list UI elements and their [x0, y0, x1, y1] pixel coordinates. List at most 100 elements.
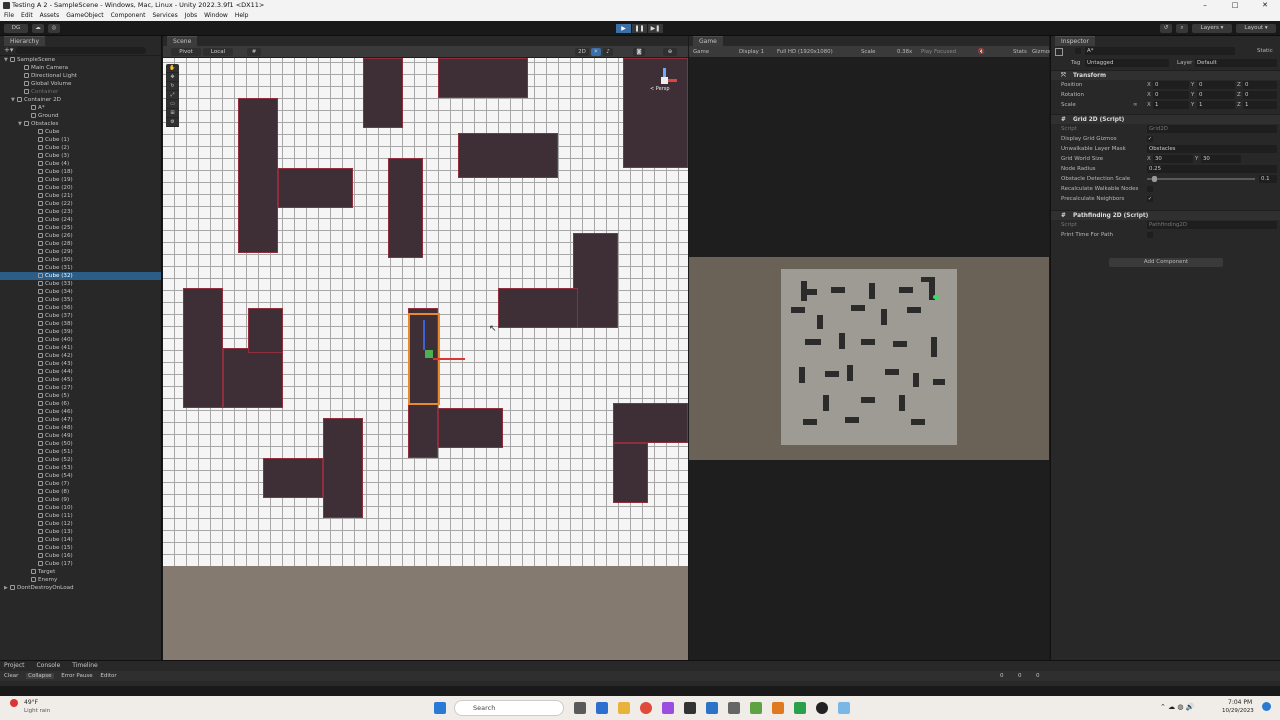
add-icon[interactable]: +▾: [4, 46, 13, 54]
search-icon[interactable]: ⌕: [1176, 24, 1188, 33]
hierarchy-item[interactable]: Cube (7): [0, 480, 161, 488]
scale-tool-icon[interactable]: ⤢: [166, 91, 179, 100]
play-focused-dropdown[interactable]: Play Focused: [921, 46, 956, 58]
hierarchy-item[interactable]: Cube (31): [0, 264, 161, 272]
weather-icon[interactable]: [10, 699, 18, 707]
hierarchy-item[interactable]: Cube (45): [0, 376, 161, 384]
scale-x[interactable]: 1: [1153, 101, 1189, 109]
menu-window[interactable]: Window: [204, 11, 228, 21]
step-button[interactable]: ▶❚: [648, 24, 663, 33]
editor-dropdown[interactable]: Editor: [100, 673, 116, 679]
game-mode-dropdown[interactable]: Game: [693, 46, 709, 58]
hierarchy-item[interactable]: Cube (47): [0, 416, 161, 424]
slider-thumb[interactable]: [1152, 176, 1158, 182]
scale-y[interactable]: 1: [1197, 101, 1235, 109]
hierarchy-item[interactable]: Cube (9): [0, 496, 161, 504]
hierarchy-item[interactable]: Container: [0, 88, 161, 96]
transform-component-header[interactable]: ⤧ Transform: [1051, 70, 1280, 80]
hierarchy-item[interactable]: Cube (37): [0, 312, 161, 320]
hierarchy-item[interactable]: Cube (6): [0, 400, 161, 408]
hierarchy-item[interactable]: Cube (39): [0, 328, 161, 336]
layers-dropdown[interactable]: Layers ▾: [1192, 24, 1232, 33]
app-icon[interactable]: [772, 702, 784, 714]
hierarchy-item[interactable]: Cube (11): [0, 512, 161, 520]
error-count[interactable]: 0: [1036, 671, 1040, 681]
app-icon[interactable]: [838, 702, 850, 714]
hierarchy-item[interactable]: Cube (14): [0, 536, 161, 544]
grid-size-x[interactable]: 30: [1153, 155, 1193, 163]
hierarchy-item[interactable]: Global Volume: [0, 80, 161, 88]
pathfinding-component-header[interactable]: # Pathfinding 2D (Script): [1051, 210, 1280, 220]
add-component-button[interactable]: Add Component: [1109, 258, 1223, 267]
unity-taskbar-icon[interactable]: [684, 702, 696, 714]
task-view-icon[interactable]: [574, 702, 586, 714]
grid-setting-checkbox[interactable]: [1147, 186, 1153, 192]
audio-icon[interactable]: ♪: [603, 48, 613, 56]
resolution-dropdown[interactable]: Full HD (1920x1080): [777, 46, 833, 58]
clock-time[interactable]: 7:04 PM: [1228, 699, 1252, 706]
persp-label[interactable]: < Persp: [650, 86, 670, 92]
transform-tool-icon[interactable]: ⊞: [166, 109, 179, 118]
hierarchy-search-input[interactable]: [16, 47, 146, 54]
hierarchy-item[interactable]: Cube (13): [0, 528, 161, 536]
lighting-icon[interactable]: ☀: [591, 48, 601, 56]
hierarchy-item[interactable]: Cube (1): [0, 136, 161, 144]
hierarchy-item[interactable]: Cube (22): [0, 200, 161, 208]
2d-toggle[interactable]: 2D: [575, 48, 589, 56]
custom-tool-icon[interactable]: ⚙: [166, 118, 179, 127]
layer-dropdown[interactable]: Default: [1195, 59, 1277, 67]
hierarchy-item[interactable]: Cube (38): [0, 320, 161, 328]
hierarchy-item[interactable]: Cube (3): [0, 152, 161, 160]
layout-dropdown[interactable]: Layout ▾: [1236, 24, 1276, 33]
hierarchy-item[interactable]: Cube (18): [0, 168, 161, 176]
hierarchy-item[interactable]: ▶ DontDestroyOnLoad: [0, 584, 161, 592]
hierarchy-item[interactable]: Cube (33): [0, 280, 161, 288]
active-checkbox[interactable]: [1075, 48, 1081, 54]
hierarchy-item[interactable]: Cube (54): [0, 472, 161, 480]
collapse-button[interactable]: Collapse: [26, 673, 54, 679]
system-tray-icons[interactable]: ⌃ ☁ ◍ 🔊: [1160, 703, 1194, 711]
hierarchy-item[interactable]: Cube (24): [0, 216, 161, 224]
hierarchy-item[interactable]: Cube (40): [0, 336, 161, 344]
app-icon[interactable]: [662, 702, 674, 714]
grid-size-y[interactable]: 30: [1201, 155, 1241, 163]
hierarchy-item[interactable]: Cube (10): [0, 504, 161, 512]
tab-inspector[interactable]: Inspector: [1055, 36, 1095, 46]
grid-setting-field[interactable]: Obstacles: [1147, 145, 1277, 153]
menu-jobs[interactable]: Jobs: [185, 11, 197, 21]
position-y[interactable]: 0: [1197, 81, 1235, 89]
account-button[interactable]: DG: [4, 24, 28, 33]
hierarchy-item[interactable]: Target: [0, 568, 161, 576]
minecraft-icon[interactable]: [750, 702, 762, 714]
hierarchy-item[interactable]: Cube (50): [0, 440, 161, 448]
hierarchy-item[interactable]: Cube (44): [0, 368, 161, 376]
hierarchy-item[interactable]: Cube (2): [0, 144, 161, 152]
hierarchy-item[interactable]: Cube (53): [0, 464, 161, 472]
tab-console[interactable]: Console: [36, 662, 60, 669]
hierarchy-item[interactable]: Cube (43): [0, 360, 161, 368]
position-z[interactable]: 0: [1243, 81, 1277, 89]
grid-setting-slider[interactable]: [1147, 176, 1255, 182]
hierarchy-item[interactable]: Cube (32): [0, 272, 161, 280]
orientation-gizmo[interactable]: < Persp: [650, 66, 680, 96]
hierarchy-item[interactable]: Cube (52): [0, 456, 161, 464]
hierarchy-item[interactable]: Cube (19): [0, 176, 161, 184]
tag-dropdown[interactable]: Untagged: [1085, 59, 1169, 67]
hierarchy-item[interactable]: Cube (34): [0, 288, 161, 296]
hierarchy-item[interactable]: Cube (26): [0, 232, 161, 240]
visual-studio-icon[interactable]: [706, 702, 718, 714]
hierarchy-item[interactable]: Cube (16): [0, 552, 161, 560]
rect-tool-icon[interactable]: ▭: [166, 100, 179, 109]
tab-hierarchy[interactable]: Hierarchy: [4, 36, 46, 46]
hierarchy-item[interactable]: Ground: [0, 112, 161, 120]
hierarchy-item[interactable]: Cube (12): [0, 520, 161, 528]
scene-viewport[interactable]: ↖ ✋ ✥ ↻ ⤢ ▭ ⊞ ⚙ < Persp: [163, 58, 688, 660]
log-count[interactable]: 0: [1000, 671, 1004, 681]
grid-setting-field[interactable]: 0.25: [1147, 165, 1277, 173]
move-handle[interactable]: [425, 350, 433, 358]
rotate-tool-icon[interactable]: ↻: [166, 82, 179, 91]
hierarchy-item[interactable]: Cube (4): [0, 160, 161, 168]
hierarchy-item[interactable]: Enemy: [0, 576, 161, 584]
hand-tool-icon[interactable]: ✋: [166, 64, 179, 73]
hierarchy-item[interactable]: Cube (30): [0, 256, 161, 264]
